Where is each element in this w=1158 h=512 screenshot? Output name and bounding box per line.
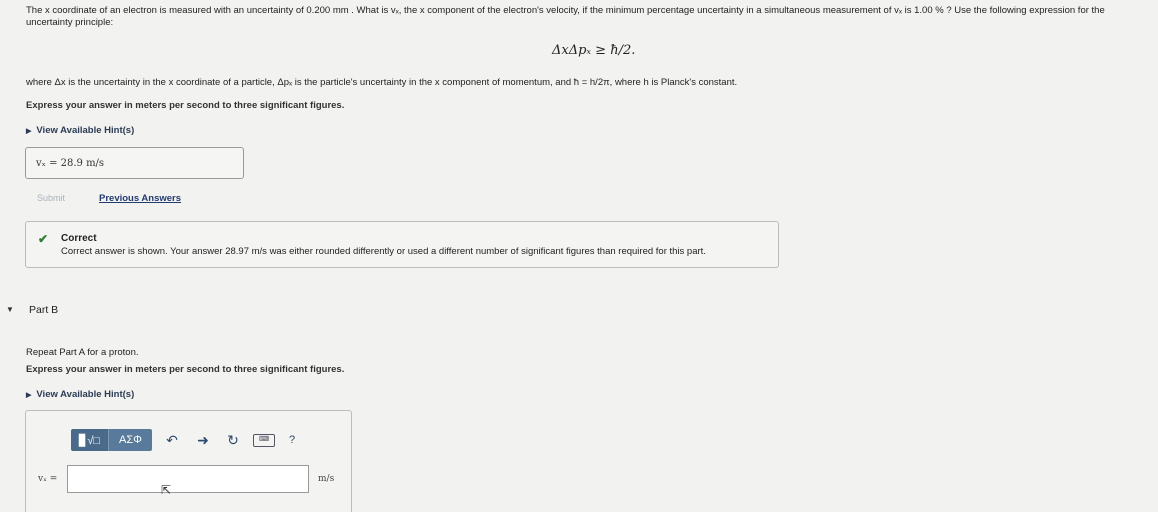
part-a-hint-toggle[interactable]: ▶ View Available Hint(s) [26,125,134,136]
part-b-title[interactable]: Part B [29,304,58,316]
feedback-message: Correct answer is shown. Your answer 28.… [61,246,706,257]
part-b-instruction: Express your answer in meters per second… [26,364,345,375]
answer-input[interactable] [67,465,309,493]
variable-label: vₓ = [38,474,58,484]
feedback-panel: ✔ Correct Correct answer is shown. Your … [25,221,779,268]
expand-triangle-icon: ▶ [26,128,32,135]
help-button[interactable]: ? [285,429,299,451]
undo-icon[interactable]: ↶ [163,429,181,451]
question-text: The x coordinate of an electron is measu… [26,5,1105,28]
answer-entry-panel: ▊√□ ΑΣΦ ↶ ➜ ↻ ⌨ ? vₓ = m/s ⇱ [25,410,352,512]
redo-icon[interactable]: ➜ [194,429,212,451]
formula-explanation: where Δx is the uncertainty in the x coo… [26,77,738,88]
expand-triangle-icon: ▶ [26,392,32,399]
part-a-instruction: Express your answer in meters per second… [26,100,345,111]
part-a-answer-box: vₓ = 28.9 m/s [25,147,244,179]
part-b-hint-toggle[interactable]: ▶ View Available Hint(s) [26,389,134,400]
mouse-cursor-icon: ⇱ [161,483,172,497]
submit-button[interactable]: Submit [37,193,65,203]
part-b-hint-label: View Available Hint(s) [36,389,135,400]
unit-label: m/s [318,474,335,484]
part-a-answer-value: vₓ = 28.9 m/s [36,158,105,169]
checkmark-icon: ✔ [38,232,49,246]
collapse-triangle-icon[interactable]: ▼ [6,305,14,314]
part-a-hint-label: View Available Hint(s) [36,125,135,136]
feedback-status: Correct [61,233,97,244]
part-b-prompt: Repeat Part A for a proton. [26,347,139,358]
previous-answers-link[interactable]: Previous Answers [99,193,181,204]
greek-symbols-button[interactable]: ΑΣΦ [108,429,152,451]
uncertainty-formula: ΔxΔpₓ ≥ ħ/2. [552,43,636,58]
templates-button[interactable]: ▊√□ [71,429,108,451]
keyboard-icon[interactable]: ⌨ [253,434,275,447]
reset-icon[interactable]: ↻ [224,429,242,451]
